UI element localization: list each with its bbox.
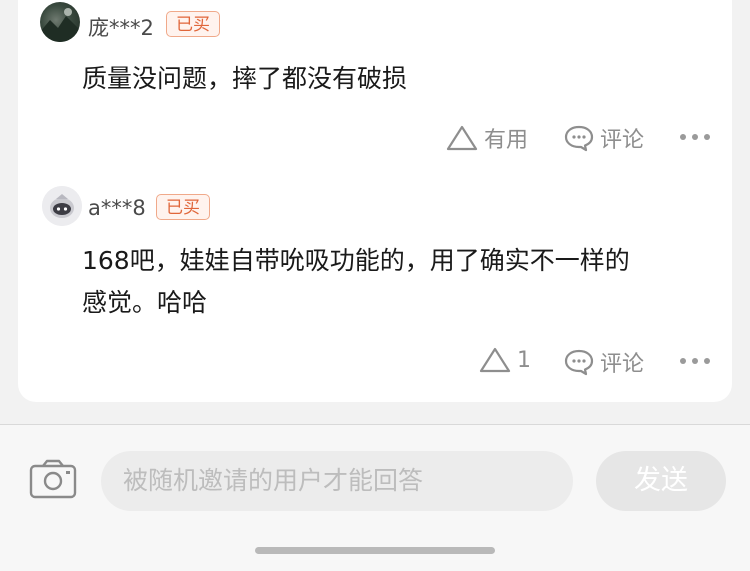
like-label: 有用	[484, 128, 529, 153]
comment-bubble-icon	[564, 349, 594, 376]
more-options-button[interactable]	[680, 134, 710, 140]
answer-input[interactable]: 被随机邀请的用户才能回答	[101, 451, 573, 511]
dot-icon	[680, 358, 686, 364]
review-text-line: 感觉。哈哈	[82, 288, 208, 317]
username[interactable]: 庞***2	[88, 12, 154, 42]
dot-icon	[704, 358, 710, 364]
comment-button[interactable]: 评论	[564, 122, 644, 154]
dot-icon	[692, 358, 698, 364]
comment-label: 评论	[600, 352, 645, 377]
camera-button[interactable]	[29, 459, 77, 503]
review-text: 168吧，娃娃自带吮吸功能的，用了确实不一样的 感觉。哈哈	[82, 240, 702, 324]
dot-icon	[680, 134, 686, 140]
default-avatar-icon	[42, 186, 82, 226]
like-count: 1	[517, 347, 531, 373]
camera-icon	[29, 459, 77, 499]
triangle-up-icon	[479, 347, 511, 373]
send-button[interactable]: 发送	[596, 451, 726, 511]
avatar[interactable]	[42, 186, 82, 226]
avatar[interactable]	[40, 2, 80, 42]
landscape-photo-icon	[40, 8, 80, 42]
comment-bubble-icon	[564, 125, 594, 152]
purchased-badge: 已买	[166, 11, 220, 37]
comment-label: 评论	[600, 128, 645, 153]
review-text-line: 168吧，娃娃自带吮吸功能的，用了确实不一样的	[82, 246, 630, 275]
dot-icon	[704, 134, 710, 140]
like-button[interactable]: 有用	[446, 122, 528, 154]
like-button[interactable]: 1	[479, 346, 531, 374]
triangle-up-icon	[446, 125, 478, 151]
username[interactable]: a***8	[88, 196, 146, 220]
more-options-button[interactable]	[680, 358, 710, 364]
home-indicator	[255, 547, 495, 554]
comment-button[interactable]: 评论	[564, 346, 644, 378]
review-text: 质量没问题，摔了都没有破损	[82, 64, 408, 93]
reviews-card: 庞***2 已买 质量没问题，摔了都没有破损 有用 评论 a***8 已买 16…	[18, 0, 732, 402]
purchased-badge: 已买	[156, 194, 210, 220]
dot-icon	[692, 134, 698, 140]
